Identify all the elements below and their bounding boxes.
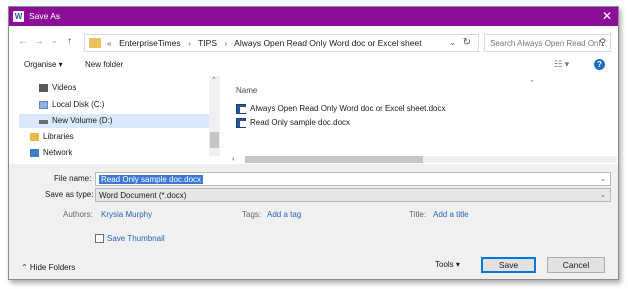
scrollbar-track[interactable]	[245, 156, 617, 163]
breadcrumb-separator-icon[interactable]: ›	[188, 38, 191, 48]
chevron-down-icon[interactable]: ⌄	[600, 175, 606, 183]
sidebar-item-videos[interactable]: Videos	[19, 81, 209, 95]
breadcrumb-item[interactable]: Always Open Read Only Word doc or Excel …	[234, 38, 421, 48]
breadcrumb-item[interactable]: TIPS	[198, 38, 217, 48]
word-document-icon	[236, 104, 246, 114]
sort-indicator-icon: ⌃	[529, 80, 535, 87]
sidebar-scrollbar[interactable]: ⌃	[209, 76, 220, 156]
sidebar-item-label: Local Disk (C:)	[52, 100, 105, 109]
sidebar-item-label: New Volume (D:)	[52, 116, 113, 125]
local-disk-icon	[39, 101, 48, 109]
chevron-down-icon[interactable]: ⌄	[600, 191, 606, 199]
save-as-type-label: Save as type:	[45, 190, 94, 199]
sidebar-item-network[interactable]: Network	[19, 146, 209, 160]
authors-label: Authors:	[63, 210, 93, 219]
back-arrow-icon[interactable]: ←	[18, 36, 28, 47]
sidebar-item-label: Libraries	[43, 132, 74, 141]
refresh-icon[interactable]: ↻	[463, 37, 471, 48]
column-header-name[interactable]: Name	[236, 86, 257, 95]
tags-label: Tags:	[242, 210, 262, 219]
file-name-label: Read Only sample doc.docx	[250, 118, 351, 127]
scrollbar-thumb[interactable]	[245, 156, 423, 163]
breadcrumb-separator-icon[interactable]: ›	[224, 38, 227, 48]
videos-icon	[39, 84, 48, 92]
breadcrumb-item[interactable]: EnterpriseTimes	[119, 38, 181, 48]
forward-arrow-icon[interactable]: →	[34, 36, 44, 47]
word-app-icon: W	[13, 11, 24, 22]
file-name-field[interactable]: Read Only sample doc.docx ⌄	[95, 172, 611, 186]
file-name-label: File name:	[54, 174, 92, 183]
file-name-value: Read Only sample doc.docx	[99, 175, 204, 184]
scroll-up-icon[interactable]: ⌃	[211, 76, 217, 84]
navigation-pane: Videos Local Disk (C:) New Volume (D:) L…	[19, 76, 221, 157]
title-label: Title:	[409, 210, 427, 219]
breadcrumb: « EnterpriseTimes › TIPS › Always Open R…	[107, 38, 427, 48]
search-placeholder: Search Always Open Read Onl...	[490, 39, 607, 48]
file-name-label: Always Open Read Only Word doc or Excel …	[250, 104, 446, 113]
close-icon[interactable]: ✕	[602, 9, 612, 23]
address-bar[interactable]: « EnterpriseTimes › TIPS › Always Open R…	[84, 34, 479, 52]
network-icon	[30, 149, 39, 157]
command-bar: Organise ▾ New folder ☷ ▾ ?	[9, 57, 618, 75]
sidebar-item-label: Network	[43, 148, 73, 157]
libraries-icon	[30, 133, 39, 141]
search-input[interactable]: Search Always Open Read Onl... ⚲	[484, 34, 611, 52]
sidebar-item-label: Videos	[52, 83, 77, 92]
save-thumbnail-label[interactable]: Save Thumbnail	[107, 234, 165, 243]
organise-button[interactable]: Organise ▾	[24, 60, 63, 69]
scroll-left-icon[interactable]: ‹	[232, 154, 235, 163]
hide-folders-button[interactable]: ⌃ Hide Folders	[21, 263, 75, 272]
cancel-button[interactable]: Cancel	[547, 257, 605, 273]
search-icon[interactable]: ⚲	[599, 37, 606, 48]
save-options-panel: File name: Read Only sample doc.docx ⌄ S…	[9, 164, 618, 279]
address-dropdown-icon[interactable]: ⌄	[449, 38, 456, 47]
list-item[interactable]: Read Only sample doc.docx	[236, 117, 350, 129]
save-thumbnail-checkbox[interactable]	[95, 234, 104, 243]
drive-icon	[39, 120, 48, 124]
window-title: Save As	[29, 11, 61, 21]
save-as-type-value: Word Document (*.docx)	[99, 191, 187, 200]
tags-input[interactable]: Add a tag	[267, 210, 301, 219]
title-bar: W Save As ✕	[9, 7, 618, 26]
save-as-type-select[interactable]: Word Document (*.docx) ⌄	[95, 188, 611, 202]
scrollbar-thumb[interactable]	[210, 132, 219, 148]
help-icon[interactable]: ?	[594, 59, 605, 70]
navigation-bar: ← → ⌄ ↑ « EnterpriseTimes › TIPS › Alway…	[9, 29, 618, 55]
folder-icon	[89, 38, 101, 48]
authors-value[interactable]: Krysia Murphy	[101, 210, 152, 219]
up-arrow-icon[interactable]: ↑	[67, 36, 72, 47]
horizontal-scrollbar[interactable]: ‹	[229, 154, 618, 164]
sidebar-item-libraries[interactable]: Libraries	[19, 130, 209, 144]
sidebar-item-local-disk[interactable]: Local Disk (C:)	[19, 98, 209, 112]
sidebar-item-new-volume[interactable]: New Volume (D:)	[19, 114, 209, 128]
new-folder-button[interactable]: New folder	[85, 60, 123, 69]
save-button[interactable]: Save	[481, 257, 536, 273]
breadcrumb-overflow-icon[interactable]: «	[107, 38, 112, 48]
recent-locations-icon[interactable]: ⌄	[51, 36, 58, 45]
word-document-icon	[236, 118, 246, 128]
title-input[interactable]: Add a title	[433, 210, 469, 219]
file-list: ⌃ Name Always Open Read Only Word doc or…	[229, 76, 618, 156]
save-as-dialog: W Save As ✕ ← → ⌄ ↑ « EnterpriseTimes › …	[8, 6, 619, 280]
tools-menu-button[interactable]: Tools ▾	[435, 260, 460, 269]
change-view-icon[interactable]: ☷ ▾	[554, 59, 569, 70]
list-item[interactable]: Always Open Read Only Word doc or Excel …	[236, 103, 446, 115]
